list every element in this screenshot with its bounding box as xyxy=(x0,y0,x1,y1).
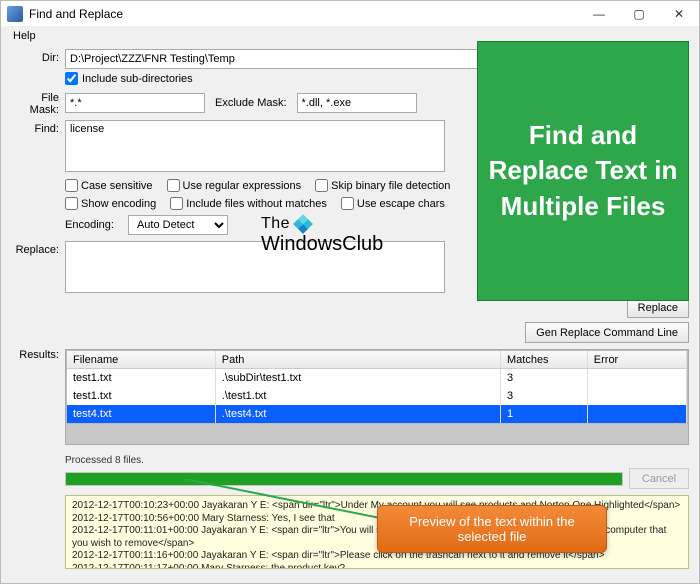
processed-status: Processed 8 files. xyxy=(65,453,689,468)
case-sensitive-checkbox[interactable] xyxy=(65,179,78,192)
use-regex-checkbox[interactable] xyxy=(167,179,180,192)
close-button[interactable]: ✕ xyxy=(659,1,699,27)
show-encoding-checkbox[interactable] xyxy=(65,197,78,210)
cell-path: .\subDir\test1.txt xyxy=(216,369,501,387)
show-encoding-label: Show encoding xyxy=(81,198,156,210)
results-table-container: Filename Path Matches Error test1.txt.\s… xyxy=(65,349,689,445)
window-controls: — ▢ ✕ xyxy=(579,1,699,27)
col-filename[interactable]: Filename xyxy=(67,351,216,369)
maximize-button[interactable]: ▢ xyxy=(619,1,659,27)
brand-overlay: The WindowsClub xyxy=(261,215,383,256)
include-subdirs-checkbox[interactable] xyxy=(65,72,78,85)
cell-path: .\test1.txt xyxy=(216,387,501,405)
use-regex-label: Use regular expressions xyxy=(183,180,302,192)
case-sensitive-label: Case sensitive xyxy=(81,180,153,192)
replace-label: Replace: xyxy=(11,241,65,256)
titlebar: Find and Replace — ▢ ✕ xyxy=(1,1,699,27)
find-input[interactable] xyxy=(65,120,445,172)
preview-callout: Preview of the text within the selected … xyxy=(377,505,607,553)
excludemask-label: Exclude Mask: xyxy=(215,97,287,109)
table-row[interactable]: test1.txt.\test1.txt3 xyxy=(67,387,687,405)
cell-error xyxy=(588,405,687,423)
filemask-input[interactable] xyxy=(65,93,205,113)
cell-error xyxy=(588,387,687,405)
results-label: Results: xyxy=(11,349,65,361)
col-error[interactable]: Error xyxy=(588,351,687,369)
app-window: Find and Replace — ▢ ✕ Help Dir: ... Inc… xyxy=(0,0,700,584)
use-escape-label: Use escape chars xyxy=(357,198,445,210)
cell-matches: 3 xyxy=(501,387,588,405)
cancel-button[interactable]: Cancel xyxy=(629,468,689,489)
progress-bar xyxy=(65,472,623,486)
use-escape-checkbox[interactable] xyxy=(341,197,354,210)
headline-banner: Find and Replace Text in Multiple Files xyxy=(477,41,689,301)
include-nomatch-label: Include files without matches xyxy=(186,198,327,210)
table-row[interactable]: test1.txt.\subDir\test1.txt3 xyxy=(67,369,687,387)
find-label: Find: xyxy=(11,120,65,135)
cell-filename: test1.txt xyxy=(67,387,216,405)
headline-text: Find and Replace Text in Multiple Files xyxy=(488,118,678,223)
include-nomatch-checkbox[interactable] xyxy=(170,197,183,210)
col-path[interactable]: Path xyxy=(216,351,501,369)
table-row[interactable]: test4.txt.\test4.txt1 xyxy=(67,405,687,423)
results-table[interactable]: Filename Path Matches Error test1.txt.\s… xyxy=(66,350,688,424)
preview-callout-text: Preview of the text within the selected … xyxy=(409,514,574,544)
app-icon xyxy=(7,6,23,22)
gen-cmdline-button[interactable]: Gen Replace Command Line xyxy=(525,322,689,343)
preview-line: 2012-12-17T00:11:17+00:00 Mary Starness:… xyxy=(72,563,682,570)
col-matches[interactable]: Matches xyxy=(501,351,588,369)
cell-matches: 3 xyxy=(501,369,588,387)
brand-line1: The xyxy=(261,215,290,232)
dir-label: Dir: xyxy=(11,49,65,64)
cell-error xyxy=(588,369,687,387)
excludemask-input[interactable] xyxy=(297,93,417,113)
minimize-button[interactable]: — xyxy=(579,1,619,27)
cell-matches: 1 xyxy=(501,405,588,423)
skip-binary-label: Skip binary file detection xyxy=(331,180,450,192)
filemask-label: File Mask: xyxy=(11,89,65,116)
brand-line2: WindowsClub xyxy=(261,233,383,256)
replace-input[interactable] xyxy=(65,241,445,293)
cell-path: .\test4.txt xyxy=(216,405,501,423)
include-subdirs-label: Include sub-directories xyxy=(82,73,193,85)
menu-help[interactable]: Help xyxy=(7,29,42,43)
skip-binary-checkbox[interactable] xyxy=(315,179,328,192)
encoding-select[interactable]: Auto Detect xyxy=(128,215,228,235)
cell-filename: test4.txt xyxy=(67,405,216,423)
encoding-label: Encoding: xyxy=(65,219,114,231)
brand-logo-icon xyxy=(293,214,313,234)
cell-filename: test1.txt xyxy=(67,369,216,387)
window-title: Find and Replace xyxy=(29,7,579,21)
